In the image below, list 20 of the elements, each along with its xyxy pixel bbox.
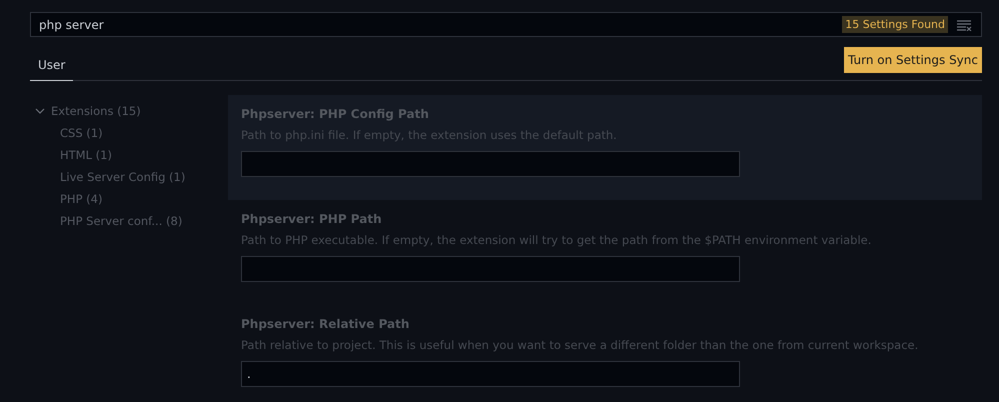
setting-title: Phpserver: Relative Path <box>241 317 410 331</box>
setting-title: Phpserver: PHP Config Path <box>241 107 430 121</box>
setting-title: Phpserver: PHP Path <box>241 212 383 226</box>
input-field[interactable]: . <box>241 361 740 387</box>
input-field[interactable] <box>241 151 740 177</box>
toc-item[interactable]: PHP Server conf... (8) <box>30 210 228 232</box>
toc-item[interactable]: Live Server Config (1) <box>30 166 228 188</box>
chevron-icon[interactable] <box>35 106 45 116</box>
user-tab[interactable]: User <box>30 58 74 81</box>
settings-sync-button[interactable]: Turn on Settings Sync <box>844 47 982 73</box>
setting-description: Path relative to project. This is useful when you want to serve a different folder than the one from current workspace. <box>241 338 920 352</box>
toc-item[interactable]: Extensions (15) <box>30 100 228 122</box>
toc-item-label[interactable]: Extensions (15) <box>51 104 141 118</box>
toc-item[interactable]: HTML (1) <box>30 144 228 166</box>
toc-item[interactable]: PHP (4) <box>30 188 228 210</box>
input-field[interactable] <box>241 256 740 282</box>
setting-description: Path to PHP executable. If empty, the extension will try to get the path from the $PATH environment variable. <box>241 233 872 247</box>
result-count-badge: 15 Settings Found <box>842 16 948 33</box>
clear-filter-icon[interactable] <box>956 19 972 31</box>
toc-item[interactable]: CSS (1) <box>30 122 228 144</box>
